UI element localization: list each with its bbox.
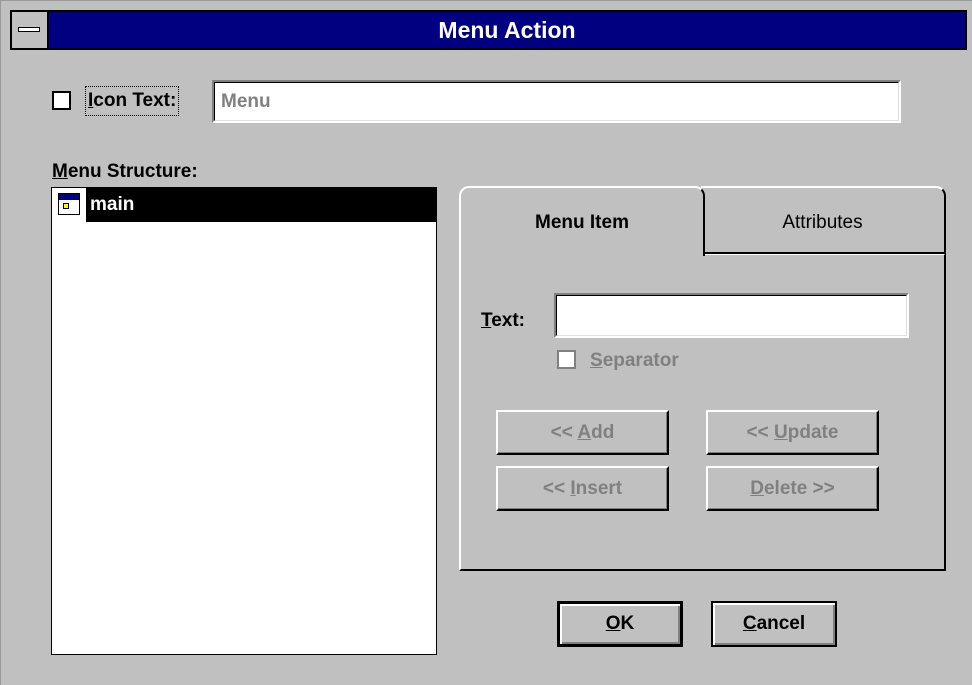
list-item-label: main [86,188,436,222]
insert-prefix: << [542,478,571,499]
ok-mnemonic: O [605,613,621,634]
icon-text-label-rest: con Text: [93,90,177,111]
menu-window-icon-titlebar [59,194,79,200]
separator-checkbox[interactable] [557,350,576,369]
separator-mnemonic: S [590,350,603,371]
cancel-rest: ancel [756,613,806,634]
delete-rest: elete >> [763,478,835,499]
icon-text-checkbox[interactable] [52,91,71,110]
insert-button[interactable]: << Insert [496,466,669,511]
tab-attributes-label: Attributes [782,212,863,233]
update-prefix: << [746,422,775,443]
menu-structure-label-rest: enu Structure: [67,161,198,182]
insert-rest: nsert [575,478,623,499]
update-mnemonic: U [774,422,788,443]
delete-button[interactable]: Delete >> [706,466,879,511]
add-rest: dd [591,422,615,443]
text-field-label: Text: [481,307,525,335]
list-item[interactable]: main [52,188,436,222]
system-menu-icon [18,27,40,32]
add-button[interactable]: << Add [496,410,669,455]
add-mnemonic: A [577,422,592,443]
ok-rest: K [620,613,635,634]
tab-attributes[interactable]: Attributes [701,186,946,254]
icon-text-label[interactable]: Icon Text: [85,86,180,116]
menu-window-icon-cell [63,203,69,209]
tab-menu-item[interactable]: Menu Item [459,186,705,256]
menu-structure-list[interactable]: main [51,187,437,655]
separator-label-rest: eparator [602,350,679,371]
icon-text-value: Menu [221,91,271,112]
add-prefix: << [550,422,578,443]
window-title: Menu Action [438,17,576,43]
update-button[interactable]: << Update [706,410,879,455]
text-field-inner [556,295,907,336]
menu-window-icon [58,193,80,215]
ok-button[interactable]: OK [557,601,683,647]
icon-text-input-inner: Menu [214,82,899,121]
cancel-button[interactable]: Cancel [711,601,837,647]
update-rest: pdate [787,422,839,443]
cancel-mnemonic: C [742,613,757,634]
separator-label: Separator [590,348,679,374]
text-field[interactable] [554,293,909,338]
icon-text-input[interactable]: Menu [212,80,901,123]
text-label-mnemonic: T [481,310,492,331]
menu-structure-label: Menu Structure: [52,160,198,184]
menu-structure-mnemonic: M [52,161,68,182]
system-menu-button[interactable] [12,12,49,48]
text-label-rest: ext: [491,310,525,331]
title-bar: Menu Action [10,10,967,50]
delete-mnemonic: D [750,478,764,499]
tab-menu-item-label: Menu Item [535,212,629,233]
